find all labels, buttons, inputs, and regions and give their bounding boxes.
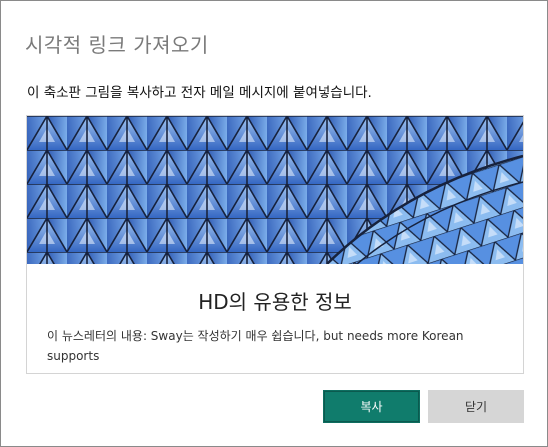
card-description: 이 뉴스레터의 내용: Sway는 작성하기 매우 쉽습니다, but need… [47,329,464,363]
thumbnail-card: HD의 유용한 정보 이 뉴스레터의 내용: Sway는 작성하기 매우 쉽습니… [26,115,524,374]
card-title: HD의 유용한 정보 [198,290,352,314]
instruction-text: 이 축소판 그림을 복사하고 전자 메일 메시지에 붙여넣습니다. [27,85,372,101]
dialog-title: 시각적 링크 가져오기 [25,33,209,57]
close-button[interactable]: 닫기 [428,390,524,423]
visual-link-dialog: 시각적 링크 가져오기 이 축소판 그림을 복사하고 전자 메일 메시지에 붙여… [0,0,548,447]
copy-button[interactable]: 복사 [323,390,420,423]
hero-image [27,116,523,264]
